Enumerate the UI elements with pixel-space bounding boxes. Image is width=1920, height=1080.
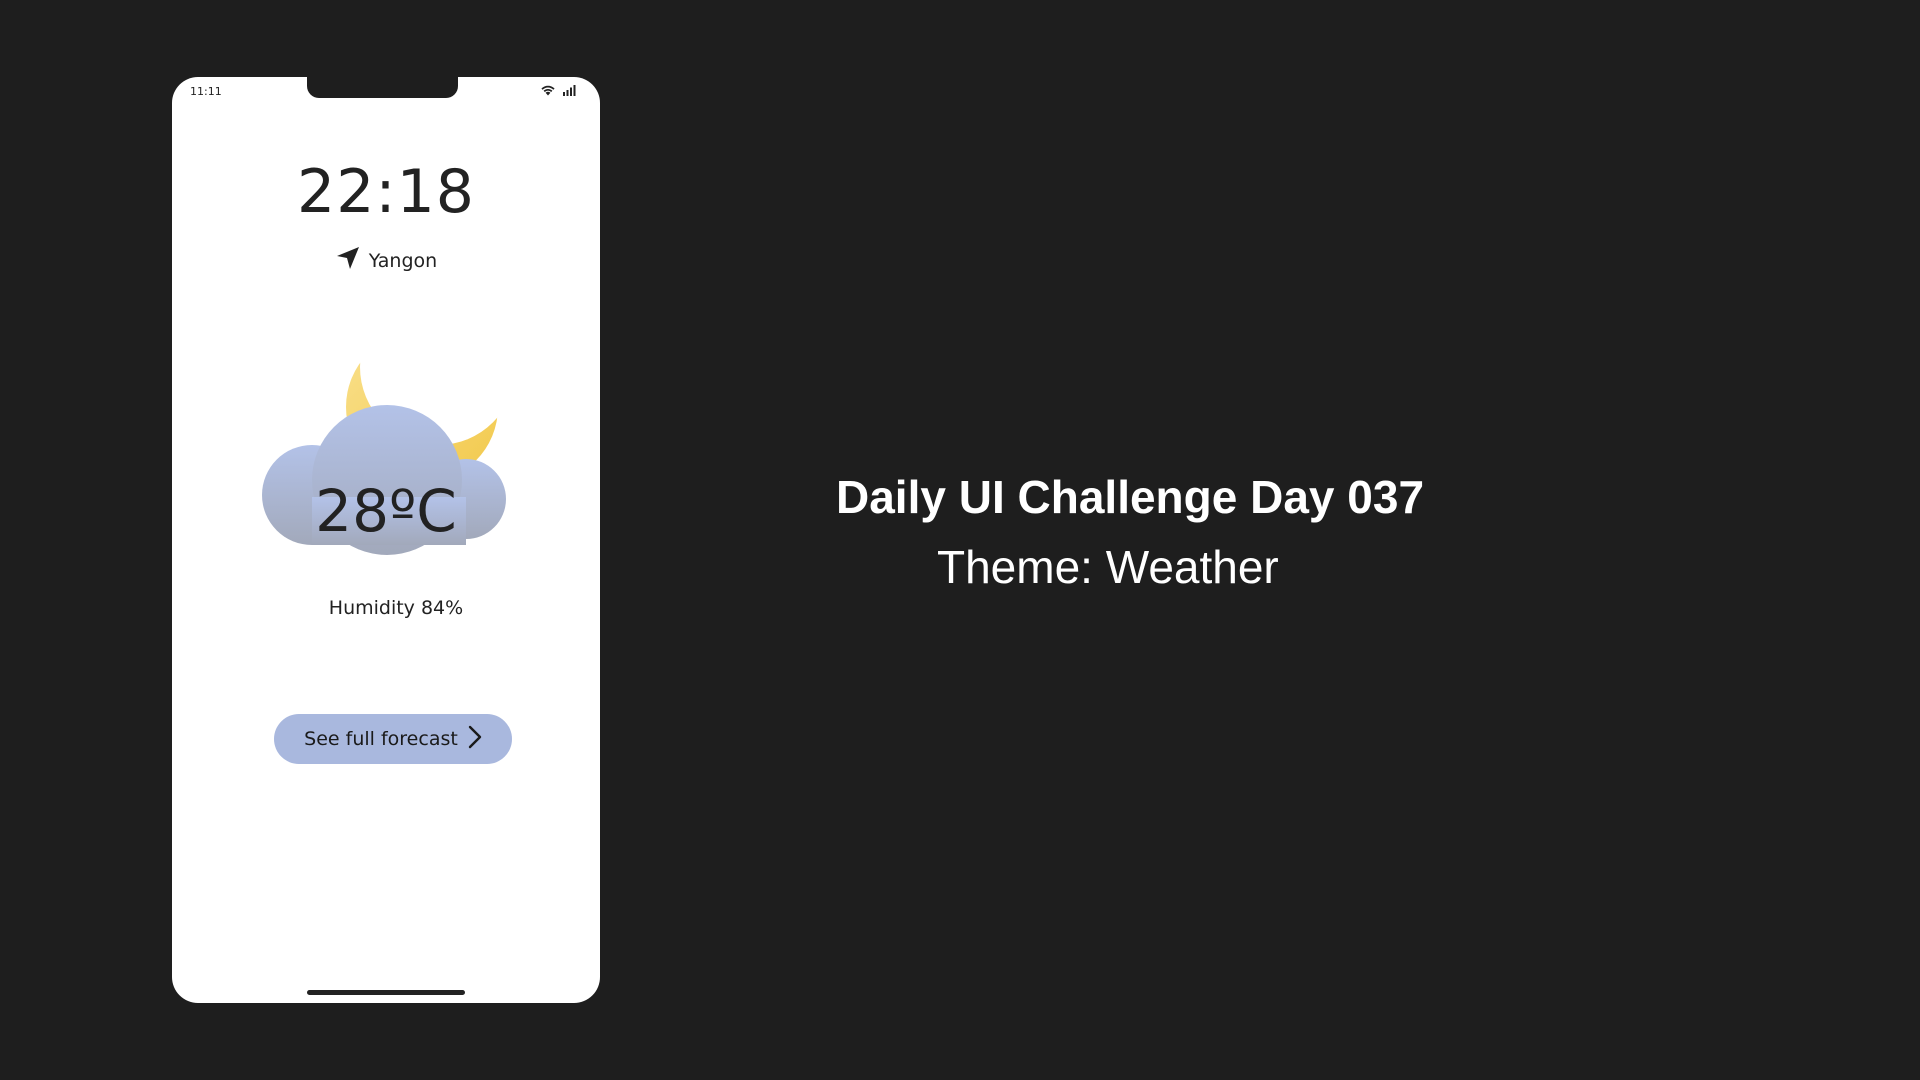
challenge-title: Daily UI Challenge Day 037	[836, 471, 1425, 523]
clock-time: 22:18	[297, 157, 475, 227]
wifi-icon	[540, 83, 556, 101]
phone-frame: 11:11 22:18 Yangon 28ºC Humidity 84% See…	[172, 77, 600, 1003]
chevron-right-icon	[468, 725, 482, 754]
signal-icon	[562, 83, 578, 101]
see-forecast-label: See full forecast	[304, 728, 458, 750]
location-name: Yangon	[368, 249, 438, 272]
location[interactable]: Yangon	[172, 245, 600, 276]
phone-notch	[307, 77, 458, 98]
see-forecast-button[interactable]: See full forecast	[274, 714, 512, 764]
temperature: 28ºC	[315, 477, 457, 545]
status-time: 11:11	[190, 85, 222, 98]
challenge-theme: Theme: Weather	[937, 541, 1279, 593]
canvas: 11:11 22:18 Yangon 28ºC Humidity 84% See…	[0, 0, 1920, 1080]
home-indicator[interactable]	[307, 990, 465, 995]
humidity: Humidity 84%	[328, 597, 464, 619]
status-icons	[540, 83, 578, 101]
location-arrow-icon	[335, 245, 361, 276]
